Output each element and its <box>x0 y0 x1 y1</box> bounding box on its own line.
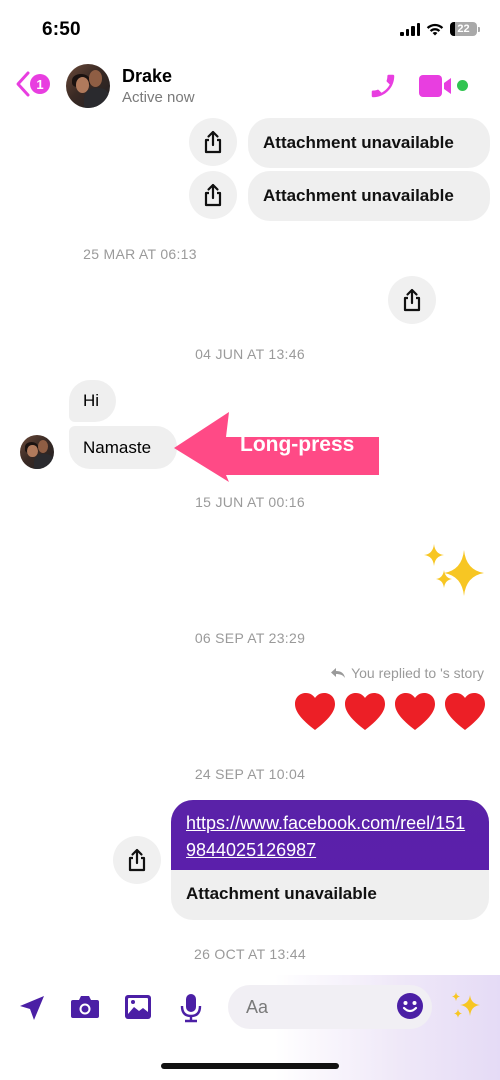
contact-avatar[interactable] <box>66 64 110 108</box>
timestamp: 25 MAR AT 06:13 <box>83 246 197 262</box>
status-indicators: 22 <box>400 22 480 36</box>
message-bubble-incoming[interactable]: Namaste <box>69 426 177 469</box>
sender-avatar[interactable] <box>20 435 54 469</box>
location-button[interactable] <box>17 993 47 1028</box>
online-indicator <box>457 80 468 91</box>
message-bubble-incoming[interactable]: Hi <box>69 380 116 422</box>
battery-level: 22 <box>457 23 470 35</box>
voice-button[interactable] <box>179 993 203 1028</box>
camera-button[interactable] <box>70 994 100 1025</box>
gallery-icon <box>125 995 151 1019</box>
red-heart-emoji <box>395 693 435 730</box>
share-icon <box>128 848 146 872</box>
cellular-signal-icon <box>400 22 420 36</box>
chat-header: 1 Drake Active now <box>0 58 500 114</box>
timestamp: 15 JUN AT 00:16 <box>195 494 305 510</box>
video-call-button[interactable] <box>418 73 454 104</box>
attachment-message[interactable]: Attachment unavailable <box>248 118 490 168</box>
message-text: Hi <box>83 391 100 410</box>
battery-icon: 22 <box>450 22 480 36</box>
microphone-icon <box>180 994 202 1023</box>
location-arrow-icon <box>20 996 44 1020</box>
wifi-icon <box>426 23 444 35</box>
contact-name[interactable]: Drake <box>122 66 172 87</box>
attachment-unavailable-text: Attachment unavailable <box>186 884 377 903</box>
emoji-button[interactable] <box>396 992 424 1025</box>
gallery-button[interactable] <box>124 994 152 1025</box>
share-button[interactable] <box>189 171 237 219</box>
camera-icon <box>71 996 99 1018</box>
phone-icon <box>371 74 395 98</box>
reply-arrow-icon <box>331 668 346 678</box>
video-camera-icon <box>419 75 451 97</box>
share-icon <box>403 288 421 312</box>
unread-count-badge: 1 <box>30 74 50 94</box>
annotation-label: Long-press <box>240 433 355 456</box>
red-heart-emoji <box>295 693 335 730</box>
red-heart-emoji <box>445 693 485 730</box>
red-heart-emoji <box>345 693 385 730</box>
ai-sparkles-icon <box>452 992 480 1018</box>
timestamp: 06 SEP AT 23:29 <box>194 630 306 646</box>
contact-status: Active now <box>122 89 195 106</box>
link-message-outgoing[interactable]: https://www.facebook.com/reel/1519844025… <box>171 800 489 920</box>
message-text: Namaste <box>83 437 152 457</box>
attachment-unavailable-text: Attachment unavailable <box>263 186 454 205</box>
timestamp: 04 JUN AT 13:46 <box>195 346 305 362</box>
share-button[interactable] <box>113 836 161 884</box>
timestamp: 24 SEP AT 10:04 <box>194 766 306 782</box>
home-indicator[interactable] <box>161 1063 339 1069</box>
sparkles-emoji[interactable] <box>420 540 490 610</box>
share-icon <box>204 183 222 207</box>
share-icon <box>204 130 222 154</box>
back-button[interactable]: 1 <box>14 70 50 98</box>
attachment-unavailable-text: Attachment unavailable <box>263 133 454 152</box>
emoji-icon <box>397 993 423 1019</box>
timestamp: 26 OCT AT 13:44 <box>194 946 306 962</box>
hearts-message[interactable] <box>294 692 486 732</box>
status-bar: 6:50 22 <box>0 0 500 58</box>
audio-call-button[interactable] <box>368 71 398 106</box>
share-button[interactable] <box>388 276 436 324</box>
messenger-chat-screen: 6:50 22 1 Drake Active now Attachment un… <box>0 0 500 1080</box>
message-input-placeholder: Aa <box>246 996 269 1017</box>
story-reply-label: You replied to 's story <box>330 665 484 681</box>
attachment-message[interactable]: Attachment unavailable <box>248 171 490 221</box>
link-url[interactable]: https://www.facebook.com/reel/1519844025… <box>186 810 475 864</box>
ai-sparkles-button[interactable] <box>450 990 482 1027</box>
status-time: 6:50 <box>42 19 81 40</box>
share-button[interactable] <box>189 118 237 166</box>
